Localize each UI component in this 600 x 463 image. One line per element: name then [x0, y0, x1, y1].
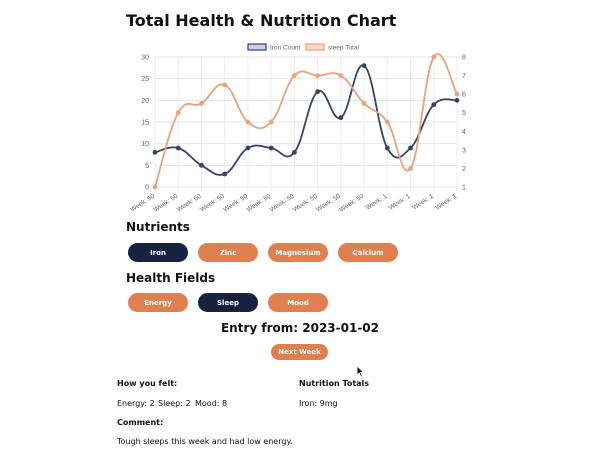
x-tick-label: Week: 1 — [434, 193, 458, 212]
data-point-sleep-total — [291, 73, 297, 78]
data-point-iron-count — [291, 149, 297, 155]
data-point-iron-count — [175, 145, 181, 151]
data-point-iron-count — [152, 149, 158, 155]
y-left-tick-label: 10 — [141, 141, 149, 148]
data-point-sleep-total — [222, 82, 228, 88]
y-left-tick-label: 0 — [145, 185, 149, 192]
y-right-tick-label: 5 — [462, 110, 466, 117]
x-tick-label: Week: 50 — [153, 193, 180, 214]
data-point-sleep-total — [315, 73, 321, 78]
x-tick-label: Week: 1 — [388, 193, 412, 212]
data-point-sleep-total — [384, 119, 390, 125]
mood-value: Mood: 8 — [195, 399, 228, 408]
comment-text: Tough sleeps this week and had low energ… — [117, 437, 293, 446]
energy-value: Energy: 2 — [117, 399, 155, 408]
legend-swatch-sleep-total — [305, 43, 325, 51]
y-right-tick-label: 3 — [462, 147, 466, 154]
data-point-iron-count — [431, 102, 437, 108]
data-point-sleep-total — [361, 101, 367, 106]
data-point-sleep-total — [431, 54, 437, 60]
series-line-iron-count — [154, 64, 458, 176]
x-tick-label: Week: 50 — [315, 193, 342, 214]
data-point-sleep-total — [175, 110, 181, 116]
comment-label: Comment: — [117, 418, 164, 427]
data-point-iron-count — [268, 145, 274, 151]
x-tick-label: Week: 50 — [269, 193, 296, 214]
y-right-tick-label: 1 — [462, 185, 466, 192]
y-right-tick-label: 6 — [462, 92, 466, 99]
data-point-iron-count — [338, 115, 344, 121]
nutrient-calcium-button[interactable]: Calcium — [338, 243, 398, 262]
y-left-tick-label: 5 — [145, 163, 149, 170]
data-point-iron-count — [384, 145, 390, 151]
x-tick-label: Week: 50 — [176, 193, 203, 214]
field-mood-button[interactable]: Mood — [268, 293, 328, 312]
legend-swatch-iron-count — [247, 43, 267, 51]
x-tick-label: Week: 50 — [245, 193, 272, 214]
y-left-tick-label: 20 — [141, 98, 149, 105]
mouse-pointer-icon — [356, 365, 365, 378]
x-tick-label: Week: 50 — [129, 193, 156, 214]
nutrient-magnesium-button[interactable]: Magnesium — [268, 243, 328, 262]
y-right-tick-label: 2 — [462, 166, 466, 173]
y-left-tick-label: 25 — [141, 76, 149, 83]
data-point-sleep-total — [454, 91, 460, 97]
x-tick-label: Week: 50 — [338, 193, 365, 214]
health-fields-heading: Health Fields — [126, 271, 216, 285]
data-point-sleep-total — [268, 119, 274, 125]
x-tick-label: Week: 50 — [222, 193, 249, 214]
entry-title: Entry from: 2023-01-02 — [220, 321, 379, 335]
x-tick-label: Week: 1 — [365, 193, 389, 212]
y-right-tick-label: 7 — [462, 73, 466, 80]
data-point-sleep-total — [245, 119, 251, 125]
x-tick-label: Week: 50 — [199, 193, 226, 214]
next-week-button[interactable]: Next Week — [271, 344, 328, 360]
y-right-tick-label: 8 — [462, 55, 466, 62]
data-point-sleep-total — [338, 73, 344, 78]
x-tick-label: Week: 1 — [411, 193, 435, 212]
nutrition-totals-value: Iron: 9mg — [299, 399, 338, 408]
y-right-tick-label: 4 — [462, 129, 466, 136]
legend-label-iron-count: Iron Count — [270, 45, 301, 52]
data-point-sleep-total — [199, 101, 204, 106]
data-point-sleep-total — [408, 166, 413, 171]
sleep-value: Sleep: 2 — [158, 399, 191, 408]
health-line-chart: 05101520253012345678Week: 50Week: 50Week… — [129, 43, 466, 214]
legend-label-sleep-total: sleep Total — [328, 45, 360, 52]
nutrients-heading: Nutrients — [126, 220, 190, 234]
y-left-tick-label: 30 — [141, 55, 149, 62]
field-sleep-button[interactable]: Sleep — [198, 293, 258, 312]
field-energy-button[interactable]: Energy — [128, 293, 188, 312]
data-point-iron-count — [454, 97, 460, 103]
data-point-iron-count — [315, 89, 321, 95]
felt-label: How you felt: — [117, 379, 178, 388]
data-point-iron-count — [245, 145, 251, 151]
data-point-sleep-total — [152, 184, 158, 190]
data-point-iron-count — [361, 63, 367, 69]
nutrition-totals-label: Nutrition Totals — [299, 379, 370, 388]
nutrient-iron-button[interactable]: Iron — [128, 243, 188, 262]
x-tick-label: Week: 50 — [292, 193, 319, 214]
data-point-iron-count — [222, 171, 228, 177]
data-point-iron-count — [408, 145, 413, 151]
y-left-tick-label: 15 — [141, 120, 149, 127]
nutrient-zinc-button[interactable]: Zinc — [198, 243, 258, 262]
data-point-iron-count — [199, 162, 204, 168]
